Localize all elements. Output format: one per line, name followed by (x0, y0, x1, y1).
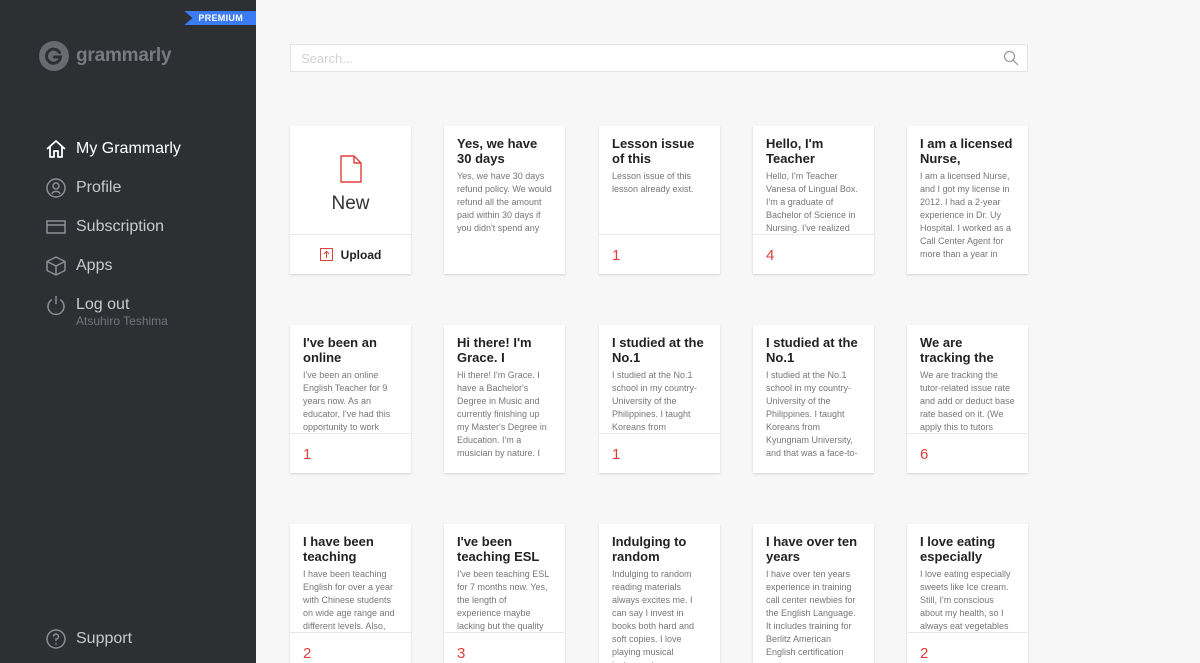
new-label: New (331, 193, 370, 214)
grammarly-logo-icon (39, 41, 69, 71)
document-title: I love eating especially (920, 534, 996, 564)
issue-count: 3 (457, 645, 466, 662)
profile-icon (45, 177, 67, 199)
nav-label: Apps (76, 256, 113, 274)
document-title: Lesson issue of this (612, 136, 695, 166)
search-bar (290, 44, 1028, 72)
document-preview: I studied at the No.1 school in my count… (766, 370, 858, 458)
nav-label: Profile (76, 178, 122, 196)
document-card-footer: 2 (290, 632, 411, 663)
document-preview: Yes, we have 30 days refund policy. We w… (457, 171, 552, 233)
nav-item-apps[interactable]: Apps (45, 246, 181, 285)
document-preview: I love eating especially sweets like Ice… (920, 569, 1011, 631)
issue-count: 1 (612, 247, 621, 264)
document-card[interactable]: I studied at the No.1 I studied at the No… (599, 325, 720, 473)
issue-count: 2 (920, 645, 929, 662)
document-title: I am a licensed Nurse, (920, 136, 1013, 166)
document-card[interactable]: I studied at the No.1 I studied at the No… (753, 325, 874, 473)
premium-badge: PREMIUM (184, 11, 256, 25)
document-card[interactable]: We are tracking the We are tracking the t… (907, 325, 1028, 473)
document-card[interactable]: I've been teaching ESL I've been teaching… (444, 524, 565, 663)
document-card[interactable]: Indulging to random Indulging to random r… (599, 524, 720, 663)
document-title: I've been teaching ESL (457, 534, 540, 564)
nav-item-my-grammarly[interactable]: My Grammarly (45, 129, 181, 168)
new-document-button[interactable]: New (290, 126, 411, 234)
document-title: I have been teaching (303, 534, 374, 564)
document-title: I studied at the No.1 (766, 335, 858, 365)
document-card[interactable]: I have over ten years I have over ten yea… (753, 524, 874, 663)
power-icon (45, 294, 67, 316)
nav-item-subscription[interactable]: Subscription (45, 207, 181, 246)
document-card-footer: 1 (290, 433, 411, 473)
document-preview: We are tracking the tutor-related issue … (920, 370, 1015, 432)
document-title: Yes, we have 30 days (457, 136, 538, 166)
document-preview: I am a licensed Nurse, and I got my lice… (920, 171, 1012, 259)
document-card[interactable]: Yes, we have 30 days Yes, we have 30 days… (444, 126, 565, 274)
new-document-icon (339, 155, 362, 183)
document-card[interactable]: I have been teaching I have been teaching… (290, 524, 411, 663)
document-card[interactable]: Lesson issue of this Lesson issue of this… (599, 126, 720, 274)
issue-count: 1 (303, 446, 312, 463)
nav-label: Subscription (76, 217, 165, 235)
nav-label: Log out (76, 295, 130, 313)
document-title: I have over ten years (766, 534, 858, 564)
document-preview: Hi there! I'm Grace. I have a Bachelor's… (457, 370, 547, 458)
upload-button[interactable]: Upload (290, 234, 411, 274)
document-card-footer: 2 (907, 632, 1028, 663)
support-link[interactable]: Support (45, 619, 132, 658)
logo-text: grammarly (76, 45, 172, 66)
issue-count: 4 (766, 247, 775, 264)
document-card[interactable]: I've been an online I've been an online E… (290, 325, 411, 473)
document-card[interactable]: Hello, I'm Teacher Hello, I'm Teacher Van… (753, 126, 874, 274)
new-document-card[interactable]: New Upload (290, 126, 411, 274)
document-title: Hello, I'm Teacher (766, 136, 824, 166)
document-title: We are tracking the (920, 335, 994, 365)
document-card[interactable]: I am a licensed Nurse, I am a licensed Nu… (907, 126, 1028, 274)
document-preview: I have over ten years experience in trai… (766, 569, 856, 657)
search-input[interactable] (291, 45, 1003, 71)
nav-item-profile[interactable]: Profile (45, 168, 181, 207)
document-preview: I've been an online English Teacher for … (303, 370, 391, 432)
document-card-footer: 6 (907, 433, 1028, 473)
document-card[interactable]: Hi there! I'm Grace. I Hi there! I'm Grac… (444, 325, 565, 473)
help-icon (45, 628, 67, 650)
document-preview: Lesson issue of this lesson already exis… (612, 171, 694, 194)
document-title: Hi there! I'm Grace. I (457, 335, 532, 365)
nav-label: My Grammarly (76, 139, 181, 157)
document-preview: I studied at the No.1 school in my count… (612, 370, 698, 432)
user-name: Atsuhiro Teshima (76, 314, 168, 328)
sidebar: PREMIUM grammarly My Grammarly Profile S… (0, 0, 256, 663)
document-preview: I have been teaching English for over a … (303, 569, 395, 631)
credit-card-icon (45, 216, 67, 238)
issue-count: 1 (612, 446, 621, 463)
issue-count: 2 (303, 645, 312, 662)
support-label: Support (76, 629, 133, 647)
document-title: I studied at the No.1 (612, 335, 704, 365)
upload-icon (319, 248, 333, 261)
sidebar-nav: My Grammarly Profile Subscription Apps L… (45, 129, 181, 328)
document-preview: I've been teaching ESL for 7 months now.… (457, 569, 549, 631)
document-preview: Indulging to random reading materials al… (612, 569, 695, 663)
document-card-footer: 1 (599, 234, 720, 274)
document-title: I've been an online (303, 335, 377, 365)
box-icon (45, 255, 67, 277)
document-card-footer: 3 (444, 632, 565, 663)
issue-count: 6 (920, 446, 929, 463)
upload-label: Upload (340, 247, 382, 262)
search-icon[interactable] (1003, 50, 1019, 66)
home-icon (45, 138, 67, 160)
document-card-footer: 1 (599, 433, 720, 473)
document-title: Indulging to random (612, 534, 687, 564)
document-card-footer: 4 (753, 234, 874, 274)
logo[interactable]: grammarly (38, 40, 172, 72)
document-preview: Hello, I'm Teacher Vanesa of Lingual Box… (766, 171, 858, 233)
document-card[interactable]: I love eating especially I love eating es… (907, 524, 1028, 663)
